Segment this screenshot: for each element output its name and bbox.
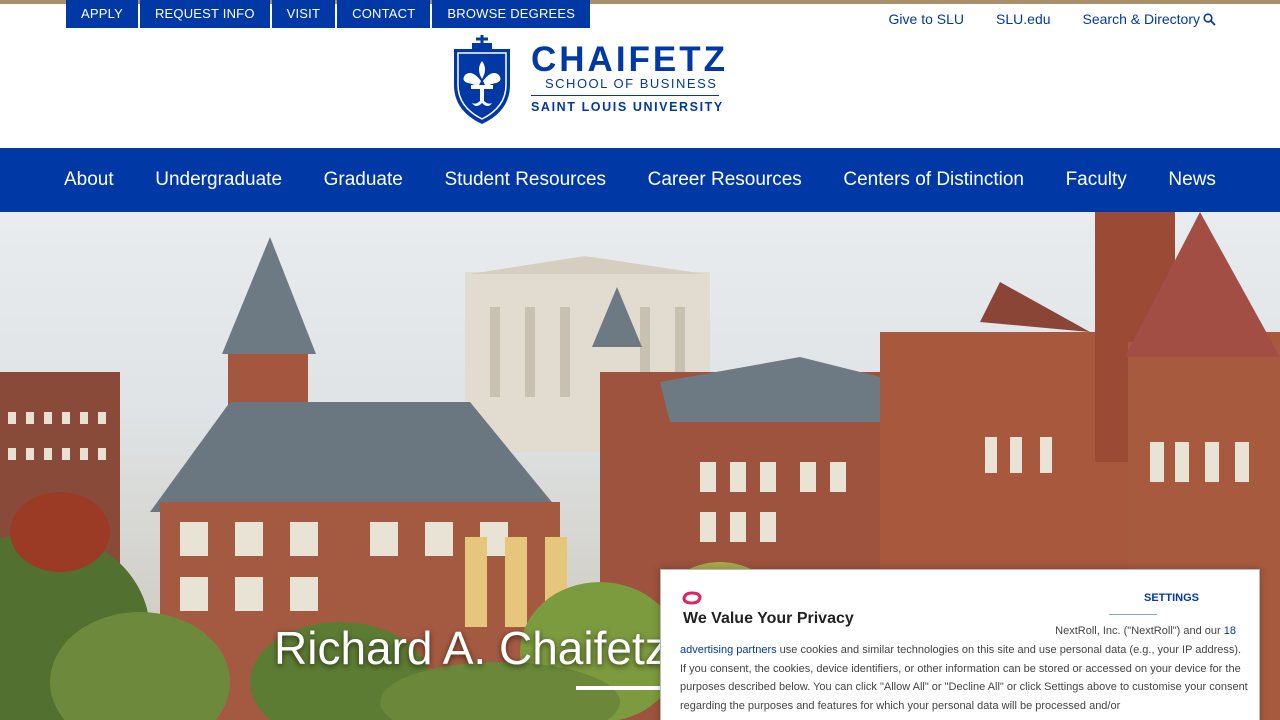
logo-university: SAINT LOUIS UNIVERSITY — [531, 100, 724, 114]
privacy-body-lead: NextRoll, Inc. ("NextRoll") and our — [1055, 625, 1224, 637]
hero-title-underline — [576, 686, 666, 690]
advertising-partners-link[interactable]: advertising partners — [680, 644, 777, 656]
privacy-body-text: NextRoll, Inc. ("NextRoll") and our 18 a… — [680, 622, 1250, 716]
privacy-settings-button[interactable]: SETTINGS — [1144, 592, 1199, 604]
nav-faculty[interactable]: Faculty — [1066, 169, 1127, 191]
nav-undergraduate[interactable]: Undergraduate — [155, 169, 282, 191]
nav-about[interactable]: About — [64, 169, 114, 191]
nav-centers-of-distinction[interactable]: Centers of Distinction — [843, 169, 1024, 191]
privacy-body-lead-line: NextRoll, Inc. ("NextRoll") and our 18 — [680, 622, 1250, 641]
nextroll-logo-icon — [682, 591, 702, 605]
top-links: Give to SLU SLU.edu Search & Directory — [889, 11, 1216, 27]
slu-edu-link[interactable]: SLU.edu — [996, 11, 1050, 27]
logo-divider — [531, 95, 719, 96]
nav-graduate[interactable]: Graduate — [324, 169, 403, 191]
privacy-settings-underline — [1109, 614, 1157, 615]
contact-tab[interactable]: CONTACT — [337, 0, 431, 28]
nav-student-resources[interactable]: Student Resources — [444, 169, 606, 191]
logo-wordmark: CHAIFETZ SCHOOL OF BUSINESS SAINT LOUIS … — [531, 40, 729, 114]
logo-name: CHAIFETZ — [531, 40, 729, 79]
request-info-tab[interactable]: REQUEST INFO — [139, 0, 270, 28]
privacy-partners-count-link[interactable]: 18 — [1224, 625, 1236, 637]
search-directory-label: Search & Directory — [1082, 11, 1200, 27]
search-icon — [1203, 12, 1216, 26]
fleur-de-lis-shield-icon — [454, 35, 510, 124]
nav-career-resources[interactable]: Career Resources — [648, 169, 802, 191]
search-directory-link[interactable]: Search & Directory — [1083, 11, 1216, 27]
give-to-slu-link[interactable]: Give to SLU — [889, 11, 964, 27]
logo-school: SCHOOL OF BUSINESS — [545, 76, 718, 91]
main-nav: About Undergraduate Graduate Student Res… — [0, 148, 1280, 212]
nav-news[interactable]: News — [1168, 169, 1216, 191]
browse-degrees-tab[interactable]: BROWSE DEGREES — [432, 0, 591, 28]
hero-title: Richard A. Chaifetz — [274, 622, 668, 674]
visit-tab[interactable]: VISIT — [271, 0, 336, 28]
apply-tab[interactable]: APPLY — [66, 0, 138, 28]
utility-nav: APPLY REQUEST INFO VISIT CONTACT BROWSE … — [66, 0, 591, 28]
chaifetz-logo[interactable]: CHAIFETZ SCHOOL OF BUSINESS SAINT LOUIS … — [452, 35, 728, 125]
privacy-consent-dialog: We Value Your Privacy SETTINGS NextRoll,… — [660, 569, 1260, 720]
